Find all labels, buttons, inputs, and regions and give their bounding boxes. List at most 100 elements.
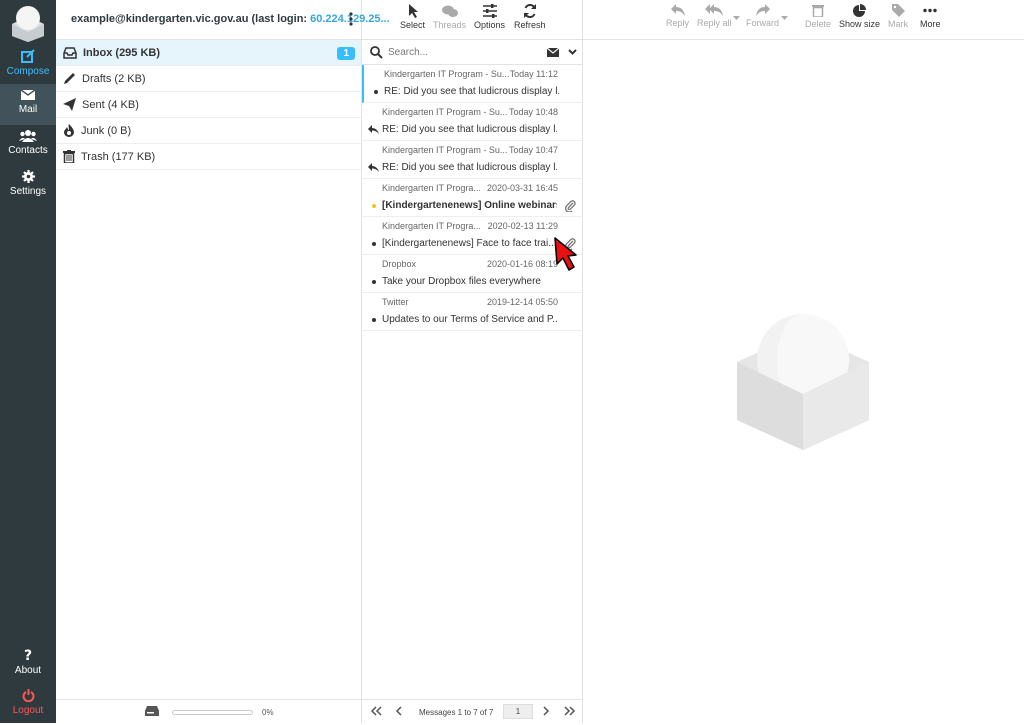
prev-page-icon[interactable] [395,705,403,717]
contacts-icon [19,130,37,142]
delete-label: Delete [805,19,832,29]
svg-text:?: ? [24,648,32,662]
message-dot [372,318,376,322]
more-label: More [920,19,941,29]
list-pager: Messages 1 to 7 of 7 1 [362,699,583,723]
more-button[interactable]: More [920,4,941,29]
delete-button[interactable]: Delete [805,4,831,29]
tag-icon [891,4,905,17]
message-subject: RE: Did you see that ludicrous display l… [382,124,557,135]
forward-dropdown-icon[interactable] [781,16,788,21]
reply-all-button[interactable]: Reply all [697,4,732,28]
mail-button[interactable]: Mail [0,84,56,125]
folder-size: (177 KB) [111,150,156,163]
reply-button[interactable]: Reply [666,4,689,28]
envelope-filter-icon[interactable] [547,48,559,57]
flag-dot [372,204,376,208]
folder-size: (0 B) [107,124,132,137]
pie-chart-icon [853,4,867,17]
chevron-down-icon[interactable] [568,49,577,55]
folder-label: Drafts [82,72,112,85]
select-button[interactable]: Select [400,4,425,30]
contacts-label: Contacts [8,145,48,156]
folder-label: Trash [81,150,109,163]
threads-button[interactable]: Threads [433,4,466,30]
first-page-icon[interactable] [370,705,382,717]
roundcube-logo[interactable] [8,2,48,42]
message-date: Today 10:48 [508,107,558,117]
folder-label: Inbox [83,46,113,59]
threads-icon [441,5,458,17]
message-row[interactable]: Dropbox 2020-01-16 08:19 Take your Dropb… [362,255,582,293]
message-row[interactable]: Kindergarten IT Program - Su... Today 10… [362,141,582,179]
quota-bar [172,710,253,715]
list-toolbar: Select Threads Options Refresh [362,0,582,40]
refresh-button[interactable]: Refresh [514,4,546,30]
message-date: 2020-03-31 16:45 [486,183,558,193]
folder-label: Sent [82,98,105,111]
mail-label: Mail [18,104,38,115]
paperclip-icon [565,200,576,212]
forward-button[interactable]: Forward [746,4,779,28]
account-header: example@kindergarten.vic.gov.au (last lo… [56,0,390,40]
refresh-label: Refresh [514,20,546,30]
reply-label: Reply [666,18,690,28]
folder-sent[interactable]: Sent (4 KB) [56,92,361,118]
envelope-icon [21,89,35,100]
sliders-icon [482,4,497,18]
settings-button[interactable]: Settings [0,165,56,206]
message-list-panel: Select Threads Options Refresh Search...… [362,0,583,723]
mark-button[interactable]: Mark [888,4,908,29]
page-number-input[interactable]: 1 [503,704,533,719]
compose-button[interactable]: Compose [0,44,56,85]
message-date: Today 11:12 [509,69,558,79]
inbox-icon [63,46,77,59]
pencil-icon [64,73,75,84]
red-pointer-arrow-icon [554,237,577,271]
message-row[interactable]: Kindergarten IT Program - Su... Today 11… [362,65,582,103]
folder-inbox[interactable]: Inbox (295 KB) 1 [56,40,361,66]
options-button[interactable]: Options [474,4,505,30]
show-size-button[interactable]: Show size [839,4,880,29]
message-subject: Updates to our Terms of Service and P... [382,314,557,325]
reply-all-dropdown-icon[interactable] [733,16,740,21]
mark-label: Mark [888,19,908,29]
message-row[interactable]: Kindergarten IT Program - Su... Today 10… [362,103,582,141]
more-dots-icon [923,8,937,13]
folder-label: Junk [81,124,105,137]
message-content-panel: Reply Reply all Forward Delete Show size… [583,0,1024,723]
forward-icon [755,4,770,16]
folder-trash[interactable]: Trash (177 KB) [56,144,361,170]
message-date: Today 10:47 [508,145,558,155]
search-input[interactable]: Search... [388,47,428,58]
message-from: Kindergarten IT Program - Su... [382,107,507,117]
fire-icon [64,124,74,137]
account-menu-icon[interactable] [349,12,353,26]
folder-drafts[interactable]: Drafts (2 KB) [56,66,361,92]
folder-size: (2 KB) [114,72,146,85]
message-from: Kindergarten IT Program - Su... [384,69,509,79]
message-subject: RE: Did you see that ludicrous display l… [384,86,559,97]
next-page-icon[interactable] [542,705,550,717]
logout-button[interactable]: Logout [0,684,56,725]
folder-junk[interactable]: Junk (0 B) [56,118,361,144]
about-button[interactable]: ? About [0,643,56,684]
forward-label: Forward [746,18,780,28]
contacts-button[interactable]: Contacts [0,125,56,166]
last-page-icon[interactable] [564,705,576,717]
message-count: Messages 1 to 7 of 7 [419,708,494,717]
message-row[interactable]: Kindergarten IT Progra... 2020-03-31 16:… [362,179,582,217]
quota-footer: 0% [56,699,362,723]
message-list: Kindergarten IT Program - Su... Today 11… [362,65,582,331]
threads-label: Threads [433,20,467,30]
reply-all-icon [705,4,724,16]
compose-icon [21,49,35,63]
options-label: Options [474,20,506,30]
replied-icon [368,163,379,172]
message-row[interactable]: Kindergarten IT Progra... 2020-02-13 11:… [362,217,582,255]
trash-icon [812,5,824,17]
about-label: About [14,665,42,676]
search-bar: Search... [362,40,582,65]
folder-panel: example@kindergarten.vic.gov.au (last lo… [56,0,390,723]
message-row[interactable]: Twitter 2019-12-14 05:50 Updates to our … [362,293,582,331]
